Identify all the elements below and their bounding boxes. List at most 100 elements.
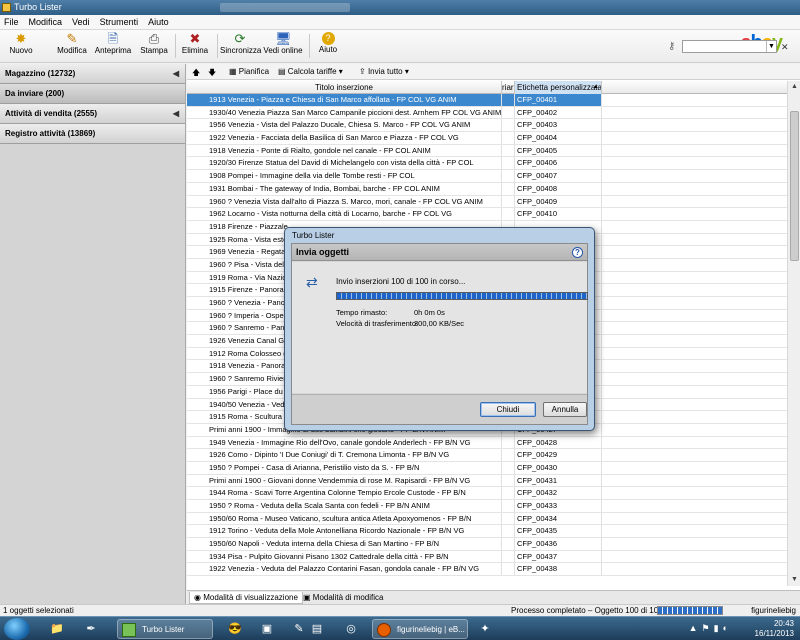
view-online-button[interactable]: 🖥 Vedi online [262,32,304,62]
arrow-down-icon[interactable]: 🡇 [208,67,216,81]
close-button[interactable]: Chiudi [480,402,536,417]
start-button[interactable] [4,618,30,640]
table-row[interactable]: 1950 ? Roma - Veduta della Scala Santa c… [187,500,787,513]
row-r-cell [502,512,515,525]
printer-icon: ⎙ [148,31,160,46]
table-row[interactable]: 1908 Pompei - Immagine della via delle T… [187,170,787,183]
sync-button[interactable]: ⟳ Sincronizza [220,32,262,62]
table-row[interactable]: 1956 Venezia - Vista del Palazzo Ducale,… [187,119,787,133]
status-bar: 1 oggetti selezionati Processo completat… [0,604,800,616]
table-row[interactable]: 1960 ? Venezia Vista dall'alto di Piazza… [187,195,787,209]
column-title[interactable]: Titolo inserzione [187,81,502,94]
chevron-left-icon[interactable]: ◀ [173,64,179,84]
dialog-footer: Chiudi Annulla [292,394,587,424]
schedule-button[interactable]: ▦ Pianifica [229,67,269,76]
edit-button[interactable]: ✎ Modifica [56,32,88,62]
table-row[interactable]: 1931 Bombai - The gateway of India, Bomb… [187,182,787,196]
system-tray-icons[interactable]: ▲⚑▮◐ [689,623,732,634]
globe-icon: 🖥 [275,31,292,46]
menu-file[interactable]: File [4,17,19,27]
table-row[interactable]: 1962 Locarno - Vista notturna della citt… [187,208,787,221]
app-icon [2,3,11,12]
column-custom-label[interactable]: Etichetta personalizzata ▲ [515,81,602,94]
menu-aiuto[interactable]: Aiuto [148,17,169,27]
scroll-up-icon[interactable]: ▲ [788,81,800,93]
table-row[interactable]: 1944 Roma - Scavi Torre Argentina Colonn… [187,487,787,500]
delete-button[interactable]: ✖ Elimina [180,32,210,62]
row-custom-label: CFP_00428 [515,436,602,449]
new-button[interactable]: ✸ Nuovo [6,32,36,62]
row-r-cell [502,195,515,208]
help-label: Aiuto [318,45,338,54]
row-title: 1962 Locarno - Vista notturna della citt… [187,208,502,220]
clock[interactable]: 20:43 16/11/2013 [755,619,794,639]
table-row[interactable]: 1922 Venezia - Facciata della Basilica d… [187,132,787,145]
chrome-icon[interactable]: ◎ [336,619,366,639]
app-icon-paint[interactable]: ✦ [470,619,500,639]
main-toolbar: ✸ Nuovo ✎ Modifica 🗎 Anteprima ⎙ Stampa … [0,30,800,63]
table-row[interactable]: 1922 Venezia - Veduta del Palazzo Contar… [187,563,787,577]
menu-vedi[interactable]: Vedi [72,17,90,27]
row-r-cell [502,487,515,499]
row-custom-label: CFP_00435 [515,525,602,538]
menu-strumenti[interactable]: Strumenti [100,17,139,27]
print-button[interactable]: ⎙ Stampa [140,32,168,62]
search-combobox[interactable]: ▼ [682,40,777,53]
row-title: 1922 Venezia - Facciata della Basilica d… [187,132,502,144]
chevron-left-icon[interactable]: ◀ [173,104,179,124]
table-row[interactable]: 1950/60 Napoli - Veduta interna della Ch… [187,538,787,551]
app-icon-glasses[interactable]: 😎 [220,619,250,639]
arrow-up-icon[interactable]: 🡅 [192,67,200,81]
row-title: 1950/60 Roma - Museo Vaticano, scultura … [187,512,502,525]
table-row[interactable]: 1934 Pisa - Pulpito Giovanni Pisano 1302… [187,550,787,564]
menu-modifica[interactable]: Modifica [29,17,63,27]
tab-edit-mode[interactable]: ▣ Modalità di modifica [299,592,387,604]
chevron-down-icon[interactable]: ▼ [766,41,776,52]
table-row[interactable]: Primi anni 1900 - Giovani donne Vendemmi… [187,474,787,488]
sidebar-item-magazzino[interactable]: Magazzino (12732) ◀ [0,64,185,84]
taskbar-turbo-lister[interactable]: Turbo Lister [117,619,213,639]
sun-new-icon: ✸ [15,31,27,46]
app-icon-terminal[interactable]: ▤ [302,619,332,639]
sort-asc-icon: ▲ [593,84,599,90]
preview-button[interactable]: 🗎 Anteprima [94,32,132,62]
table-row[interactable]: 1949 Venezia - Immagine Rio dell'Ovo, ca… [187,436,787,450]
send-all-button[interactable]: ⇪ Invia tutto ▾ [359,67,409,76]
folder-pin-icon[interactable]: ✒ [76,619,106,639]
sidebar-item-attivita-vendita[interactable]: Attività di vendita (2555) ◀ [0,104,185,124]
sync-label: Sincronizza [220,46,262,55]
sidebar: Magazzino (12732) ◀ Da inviare (200) Att… [0,64,186,604]
cancel-button[interactable]: Annulla [543,402,587,417]
close-icon[interactable]: ✕ [781,42,789,53]
row-r-cell [502,461,515,474]
explorer-icon[interactable]: 📁 [42,619,72,639]
row-r-cell [502,436,515,449]
table-row[interactable]: 1950 ? Pompei - Casa di Arianna, Peristi… [187,461,787,475]
table-row[interactable]: 1918 Venezia - Ponte di Rialto, gondole … [187,144,787,158]
table-row[interactable]: 1920/30 Firenze Statua del David di Mich… [187,157,787,171]
row-custom-label: CFP_00429 [515,449,602,461]
dialog-window-title: Turbo Lister [292,231,335,240]
calc-fees-button[interactable]: ▤ Calcola tariffe ▾ [278,67,343,76]
scroll-down-icon[interactable]: ▼ [788,574,800,586]
app-icon-media[interactable]: ▣ [252,619,282,639]
row-custom-label: CFP_00437 [515,550,602,563]
table-row[interactable]: 1913 Venezia - Piazza e Chiesa di San Ma… [187,94,787,107]
vertical-scrollbar[interactable]: ▲ ▼ [787,81,800,586]
row-title: 1934 Pisa - Pulpito Giovanni Pisano 1302… [187,550,502,563]
blurred-title-area [220,3,350,12]
help-button[interactable]: ? Aiuto [315,32,341,62]
row-title: 1950 ? Pompei - Casa di Arianna, Peristi… [187,461,502,474]
column-r[interactable]: riar [502,81,515,94]
help-icon[interactable]: ? [572,247,583,258]
help-icon: ? [321,32,335,45]
taskbar-firefox[interactable]: figurineliebig | eB... [372,619,468,639]
table-row[interactable]: 1926 Como - Dipinto 'I Due Coniugi' di T… [187,449,787,462]
tab-view-mode[interactable]: ◉ Modalità di visualizzazione [189,592,303,604]
table-row[interactable]: 1950/60 Roma - Museo Vaticano, scultura … [187,512,787,526]
sidebar-item-da-inviare[interactable]: Da inviare (200) [0,84,185,104]
scrollbar-thumb[interactable] [790,111,799,261]
table-row[interactable]: 1912 Torino - Veduta della Mole Antonell… [187,525,787,539]
table-row[interactable]: 1930/40 Venezia Piazza San Marco Campani… [187,106,787,120]
sidebar-item-registro-attivita[interactable]: Registro attività (13869) [0,124,185,144]
